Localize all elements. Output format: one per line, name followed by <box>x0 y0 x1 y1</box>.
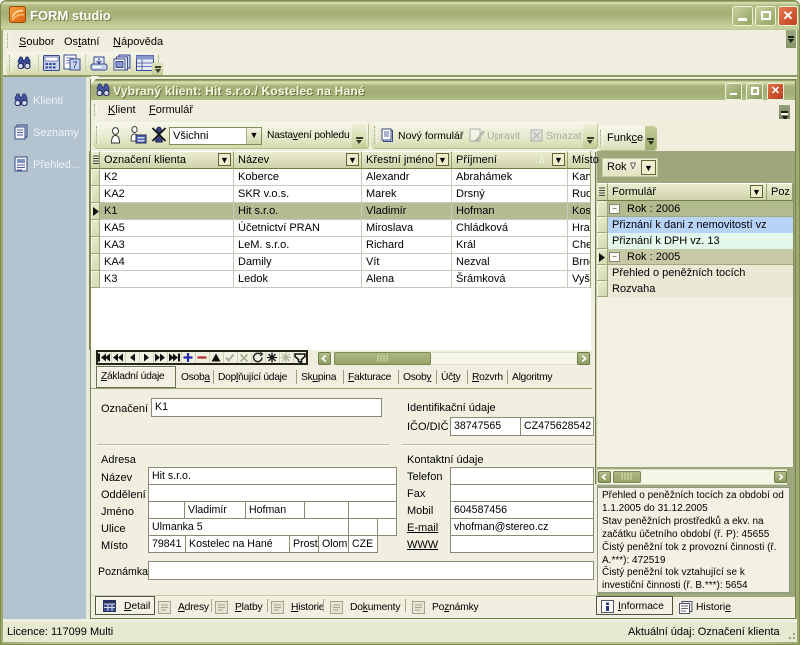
svg-text:7: 7 <box>72 60 77 70</box>
